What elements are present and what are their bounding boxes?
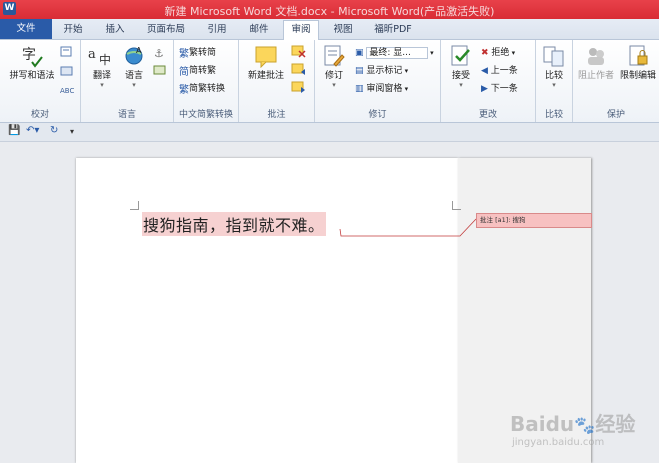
watermark-brand: Baidu: [510, 412, 575, 436]
paw-icon: 🐾: [574, 416, 596, 436]
watermark-suffix: 经验: [595, 412, 636, 436]
baidu-watermark: Baidu🐾经验 jingyan.baidu.com: [510, 408, 635, 448]
comment-connector: [339, 218, 477, 237]
comment-balloon[interactable]: 批注 [a1]: 搜狗: [476, 213, 592, 228]
watermark-url: jingyan.baidu.com: [512, 437, 605, 448]
